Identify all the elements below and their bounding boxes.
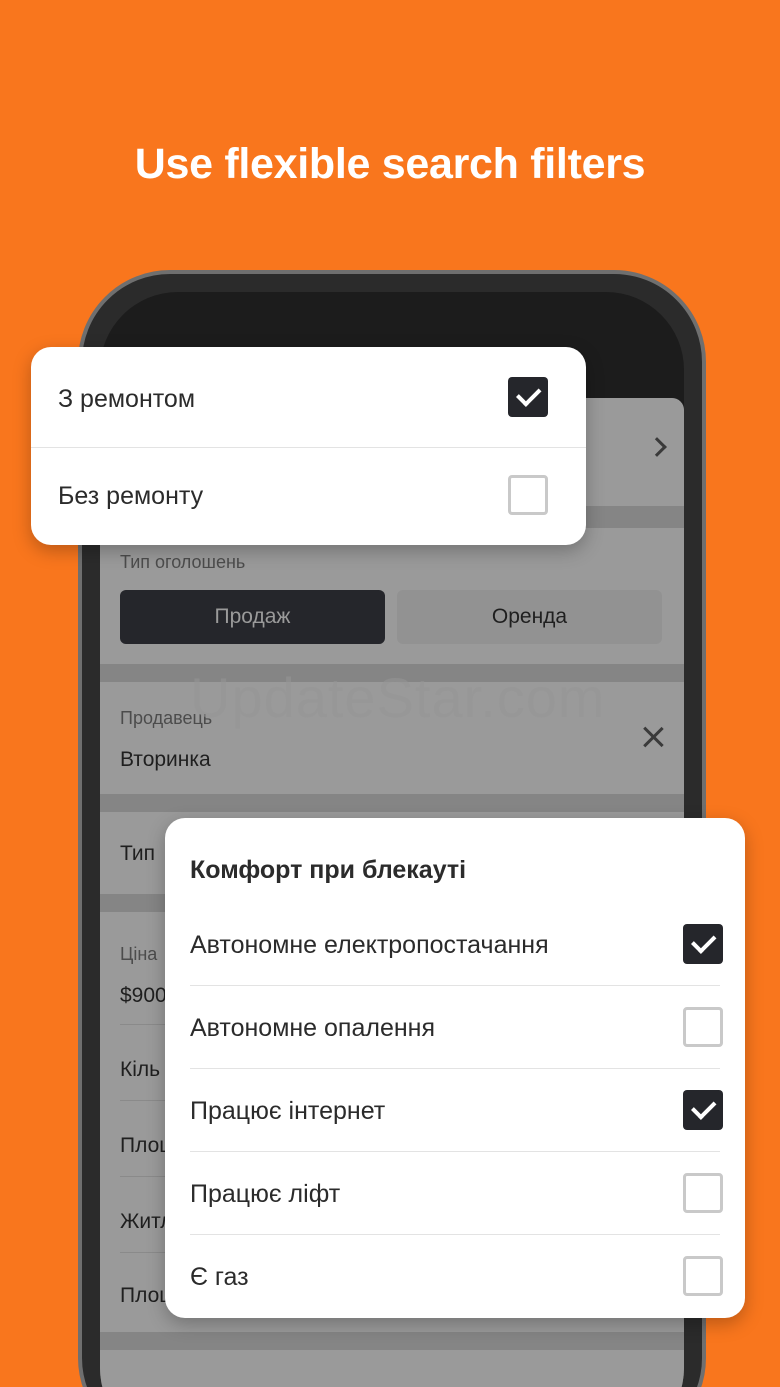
option-label: Є газ	[190, 1263, 249, 1291]
no-repair-option-label: Без ремонту	[58, 482, 204, 510]
headline: Use flexible search filters	[134, 140, 646, 188]
object-type-label: Тип	[120, 842, 156, 865]
option-label: Працює інтернет	[190, 1097, 386, 1125]
repair-option-label: З ремонтом	[58, 385, 196, 413]
divider	[190, 985, 720, 986]
option-checkbox-checked[interactable]	[683, 924, 723, 964]
blackout-comfort-popup: Комфорт при блекауті Автономне електропо…	[165, 818, 745, 1318]
bottom-card	[100, 1350, 684, 1387]
option-label: Автономне електропостачання	[190, 931, 549, 959]
no-repair-checkbox[interactable]	[508, 475, 548, 515]
option-checkbox-checked[interactable]	[683, 1090, 723, 1130]
close-icon[interactable]	[642, 726, 664, 748]
price-label: Ціна	[120, 944, 158, 964]
segment-sale[interactable]: Продаж	[120, 590, 385, 644]
segment-rent[interactable]: Оренда	[397, 590, 662, 644]
divider	[31, 447, 586, 448]
repair-popup: З ремонтом Без ремонту	[31, 347, 586, 545]
price-value[interactable]: $900	[120, 984, 167, 1008]
popup-title: Комфорт при блекауті	[190, 856, 467, 884]
option-label: Автономне опалення	[190, 1014, 436, 1042]
divider	[190, 1151, 720, 1152]
seller-value: Вторинка	[120, 748, 211, 771]
divider	[190, 1068, 720, 1069]
filter-row[interactable]: Кіль	[120, 1058, 160, 1082]
option-checkbox[interactable]	[683, 1007, 723, 1047]
listing-type-card: Тип оголошень Продаж Оренда	[100, 528, 684, 664]
divider	[190, 1234, 720, 1235]
repair-checkbox-checked[interactable]	[508, 377, 548, 417]
watermark: UpdateStar.com	[190, 666, 606, 729]
option-checkbox[interactable]	[683, 1256, 723, 1296]
option-checkbox[interactable]	[683, 1173, 723, 1213]
chevron-right-icon	[647, 437, 667, 457]
option-label: Працює ліфт	[190, 1180, 341, 1208]
listing-type-label: Тип оголошень	[120, 552, 246, 572]
